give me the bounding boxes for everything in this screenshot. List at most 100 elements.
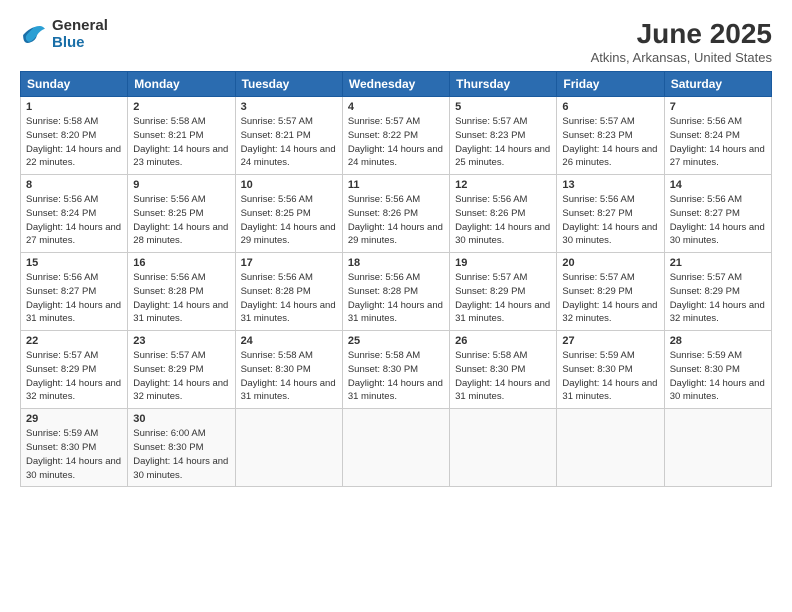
calendar-day-cell: 14 Sunrise: 5:56 AMSunset: 8:27 PMDayligh… [664,175,771,253]
day-number: 19 [455,257,551,269]
logo: General Blue [20,18,108,51]
day-info: Sunrise: 5:57 AMSunset: 8:23 PMDaylight:… [562,115,658,170]
calendar-day-cell: 28 Sunrise: 5:59 AMSunset: 8:30 PMDayligh… [664,331,771,409]
logo-icon [20,21,48,49]
calendar-day-cell: 15Sunrise: 5:56 AMSunset: 8:27 PMDayligh… [21,253,128,331]
calendar-day-cell: 29 Sunrise: 5:59 AMSunset: 8:30 PMDayligh… [21,409,128,487]
calendar-day-cell: 9Sunrise: 5:56 AMSunset: 8:25 PMDaylight… [128,175,235,253]
day-info: Sunrise: 5:56 AMSunset: 8:27 PMDaylight:… [670,193,766,248]
calendar-day-cell: 12Sunrise: 5:56 AMSunset: 8:26 PMDayligh… [450,175,557,253]
day-number: 23 [133,335,229,347]
calendar-week-row: 29 Sunrise: 5:59 AMSunset: 8:30 PMDayligh… [21,409,772,487]
day-number: 24 [241,335,337,347]
calendar-day-cell: 13 Sunrise: 5:56 AMSunset: 8:27 PMDayligh… [557,175,664,253]
day-info: Sunrise: 5:57 AMSunset: 8:29 PMDaylight:… [562,271,658,326]
calendar-day-cell [342,409,449,487]
day-number: 11 [348,179,444,191]
day-info: Sunrise: 5:57 AMSunset: 8:29 PMDaylight:… [26,349,122,404]
day-number: 8 [26,179,122,191]
day-number: 25 [348,335,444,347]
header-sunday: Sunday [21,72,128,97]
day-info: Sunrise: 6:00 AMSunset: 8:30 PMDaylight:… [133,427,229,482]
day-number: 18 [348,257,444,269]
calendar-day-cell: 24 Sunrise: 5:58 AMSunset: 8:30 PMDayligh… [235,331,342,409]
day-info: Sunrise: 5:58 AMSunset: 8:20 PMDaylight:… [26,115,122,170]
day-number: 20 [562,257,658,269]
day-info: Sunrise: 5:56 AMSunset: 8:28 PMDaylight:… [241,271,337,326]
day-number: 7 [670,101,766,113]
calendar-day-cell: 19 Sunrise: 5:57 AMSunset: 8:29 PMDayligh… [450,253,557,331]
calendar-day-cell: 21 Sunrise: 5:57 AMSunset: 8:29 PMDayligh… [664,253,771,331]
day-number: 1 [26,101,122,113]
header-monday: Monday [128,72,235,97]
day-number: 3 [241,101,337,113]
day-number: 12 [455,179,551,191]
header-saturday: Saturday [664,72,771,97]
calendar-day-cell: 4 Sunrise: 5:57 AMSunset: 8:22 PMDaylight… [342,97,449,175]
day-info: Sunrise: 5:59 AMSunset: 8:30 PMDaylight:… [26,427,122,482]
calendar-week-row: 15Sunrise: 5:56 AMSunset: 8:27 PMDayligh… [21,253,772,331]
day-info: Sunrise: 5:56 AMSunset: 8:24 PMDaylight:… [26,193,122,248]
header-thursday: Thursday [450,72,557,97]
calendar-day-cell: 5 Sunrise: 5:57 AMSunset: 8:23 PMDaylight… [450,97,557,175]
day-info: Sunrise: 5:57 AMSunset: 8:29 PMDaylight:… [455,271,551,326]
calendar-day-cell: 20 Sunrise: 5:57 AMSunset: 8:29 PMDayligh… [557,253,664,331]
day-number: 6 [562,101,658,113]
calendar-day-cell: 10Sunrise: 5:56 AMSunset: 8:25 PMDayligh… [235,175,342,253]
day-info: Sunrise: 5:58 AMSunset: 8:30 PMDaylight:… [455,349,551,404]
calendar-week-row: 1 Sunrise: 5:58 AMSunset: 8:20 PMDaylight… [21,97,772,175]
calendar-title: June 2025 [591,18,772,50]
calendar-subtitle: Atkins, Arkansas, United States [591,50,772,65]
day-info: Sunrise: 5:57 AMSunset: 8:23 PMDaylight:… [455,115,551,170]
calendar-week-row: 22Sunrise: 5:57 AMSunset: 8:29 PMDayligh… [21,331,772,409]
calendar-day-cell: 18 Sunrise: 5:56 AMSunset: 8:28 PMDayligh… [342,253,449,331]
calendar-header-row: Sunday Monday Tuesday Wednesday Thursday… [21,72,772,97]
day-info: Sunrise: 5:56 AMSunset: 8:27 PMDaylight:… [562,193,658,248]
day-info: Sunrise: 5:57 AMSunset: 8:22 PMDaylight:… [348,115,444,170]
day-number: 21 [670,257,766,269]
day-info: Sunrise: 5:58 AMSunset: 8:21 PMDaylight:… [133,115,229,170]
calendar-day-cell: 6 Sunrise: 5:57 AMSunset: 8:23 PMDaylight… [557,97,664,175]
day-info: Sunrise: 5:58 AMSunset: 8:30 PMDaylight:… [348,349,444,404]
day-number: 27 [562,335,658,347]
day-info: Sunrise: 5:56 AMSunset: 8:25 PMDaylight:… [133,193,229,248]
day-number: 4 [348,101,444,113]
day-info: Sunrise: 5:59 AMSunset: 8:30 PMDaylight:… [670,349,766,404]
calendar-day-cell: 26 Sunrise: 5:58 AMSunset: 8:30 PMDayligh… [450,331,557,409]
day-number: 28 [670,335,766,347]
calendar-day-cell: 30Sunrise: 6:00 AMSunset: 8:30 PMDayligh… [128,409,235,487]
calendar-day-cell [664,409,771,487]
day-number: 16 [133,257,229,269]
day-info: Sunrise: 5:56 AMSunset: 8:28 PMDaylight:… [133,271,229,326]
calendar-day-cell [235,409,342,487]
day-number: 26 [455,335,551,347]
header-friday: Friday [557,72,664,97]
calendar-day-cell: 27Sunrise: 5:59 AMSunset: 8:30 PMDayligh… [557,331,664,409]
calendar-table: Sunday Monday Tuesday Wednesday Thursday… [20,71,772,487]
day-number: 14 [670,179,766,191]
day-info: Sunrise: 5:56 AMSunset: 8:25 PMDaylight:… [241,193,337,248]
day-number: 13 [562,179,658,191]
calendar-day-cell: 1 Sunrise: 5:58 AMSunset: 8:20 PMDaylight… [21,97,128,175]
header-wednesday: Wednesday [342,72,449,97]
day-number: 5 [455,101,551,113]
calendar-day-cell: 22Sunrise: 5:57 AMSunset: 8:29 PMDayligh… [21,331,128,409]
logo-blue: Blue [52,35,108,52]
logo-text: General Blue [52,18,108,51]
day-info: Sunrise: 5:58 AMSunset: 8:30 PMDaylight:… [241,349,337,404]
calendar-day-cell: 11 Sunrise: 5:56 AMSunset: 8:26 PMDayligh… [342,175,449,253]
day-info: Sunrise: 5:56 AMSunset: 8:28 PMDaylight:… [348,271,444,326]
day-number: 29 [26,413,122,425]
day-info: Sunrise: 5:56 AMSunset: 8:26 PMDaylight:… [348,193,444,248]
calendar-day-cell: 16 Sunrise: 5:56 AMSunset: 8:28 PMDayligh… [128,253,235,331]
calendar-day-cell: 8 Sunrise: 5:56 AMSunset: 8:24 PMDaylight… [21,175,128,253]
calendar-day-cell: 2Sunrise: 5:58 AMSunset: 8:21 PMDaylight… [128,97,235,175]
calendar-day-cell [557,409,664,487]
calendar-day-cell [450,409,557,487]
calendar-day-cell: 3 Sunrise: 5:57 AMSunset: 8:21 PMDaylight… [235,97,342,175]
day-info: Sunrise: 5:57 AMSunset: 8:21 PMDaylight:… [241,115,337,170]
calendar-day-cell: 25 Sunrise: 5:58 AMSunset: 8:30 PMDayligh… [342,331,449,409]
day-info: Sunrise: 5:57 AMSunset: 8:29 PMDaylight:… [133,349,229,404]
day-number: 17 [241,257,337,269]
day-info: Sunrise: 5:57 AMSunset: 8:29 PMDaylight:… [670,271,766,326]
